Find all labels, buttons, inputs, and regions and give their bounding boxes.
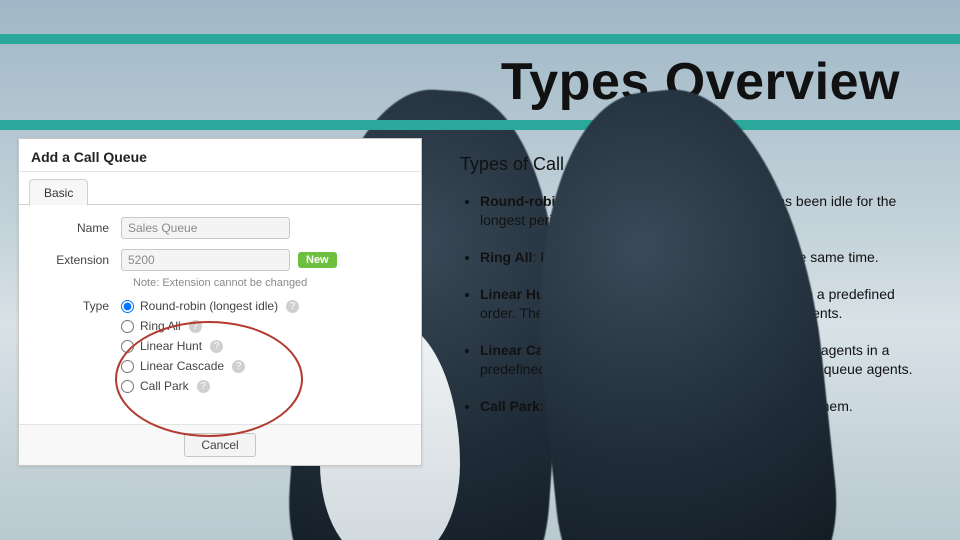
extension-input[interactable] <box>121 249 290 271</box>
type-option-call-park[interactable]: Call Park ? <box>121 379 299 393</box>
type-option-round-robin[interactable]: Round-robin (longest idle) ? <box>121 299 299 313</box>
help-icon[interactable]: ? <box>232 360 245 373</box>
dialog-body: Name Extension New Note: Extension canno… <box>19 205 421 415</box>
list-item: Linear Hunt: Routes callers to the avail… <box>480 285 930 323</box>
help-icon[interactable]: ? <box>189 320 202 333</box>
dialog-footer: Cancel <box>19 424 421 465</box>
radio-input[interactable] <box>121 380 134 393</box>
queue-types-list: Round-robin: Routes callers to the agent… <box>460 192 930 415</box>
type-option-linear-hunt[interactable]: Linear Hunt ? <box>121 339 299 353</box>
type-label: Type <box>33 299 121 313</box>
slide-background: Types Overview Types of Call Queues are:… <box>0 0 960 540</box>
item-name: Round-robin <box>480 193 564 209</box>
radio-input[interactable] <box>121 320 134 333</box>
item-desc: Places callers on hold until a user retr… <box>548 398 853 414</box>
item-name: Ring All <box>480 249 532 265</box>
help-icon[interactable]: ? <box>286 300 299 313</box>
radio-label: Call Park <box>140 379 189 393</box>
radio-input[interactable] <box>121 360 134 373</box>
radio-input[interactable] <box>121 340 134 353</box>
cancel-button[interactable]: Cancel <box>184 433 255 457</box>
list-item: Linear Cascade: Routes callers to groups… <box>480 341 930 379</box>
name-label: Name <box>33 221 121 235</box>
radio-input[interactable] <box>121 300 134 313</box>
add-call-queue-dialog: Add a Call Queue Basic Name Extension Ne… <box>18 138 422 466</box>
item-name: Linear Cascade <box>480 342 584 358</box>
radio-label: Round-robin (longest idle) <box>140 299 278 313</box>
dialog-title: Add a Call Queue <box>19 139 421 172</box>
list-item: Ring All: Routes callers to all availabl… <box>480 248 930 267</box>
bg-shape <box>650 320 800 540</box>
item-name: Linear Hunt <box>480 286 558 302</box>
extension-note: Note: Extension cannot be changed <box>133 277 407 289</box>
type-option-linear-cascade[interactable]: Linear Cascade ? <box>121 359 299 373</box>
radio-label: Linear Cascade <box>140 359 224 373</box>
title-bar: Types Overview <box>0 34 960 130</box>
tab-basic[interactable]: Basic <box>29 179 88 206</box>
dialog-tabs: Basic <box>19 172 421 205</box>
new-badge: New <box>298 252 337 268</box>
type-option-ring-all[interactable]: Ring All ? <box>121 319 299 333</box>
radio-label: Ring All <box>140 319 181 333</box>
slide-title: Types Overview <box>501 52 900 112</box>
list-item: Call Park: Places callers on hold until … <box>480 397 930 416</box>
help-icon[interactable]: ? <box>210 340 223 353</box>
extension-label: Extension <box>33 253 121 267</box>
item-desc: Routes callers to groups of available ag… <box>480 342 913 377</box>
type-radio-group: Round-robin (longest idle) ? Ring All ? … <box>121 299 299 393</box>
radio-label: Linear Hunt <box>140 339 202 353</box>
item-desc: Routes callers to all available agents a… <box>540 249 879 265</box>
name-input[interactable] <box>121 217 290 239</box>
slide-content: Types of Call Queues are: Round-robin: R… <box>460 152 930 433</box>
content-heading: Types of Call Queues are: <box>460 152 930 176</box>
help-icon[interactable]: ? <box>197 380 210 393</box>
item-desc: Routes callers to the available agents i… <box>480 286 895 321</box>
item-name: Call Park <box>480 398 540 414</box>
list-item: Round-robin: Routes callers to the agent… <box>480 192 930 230</box>
